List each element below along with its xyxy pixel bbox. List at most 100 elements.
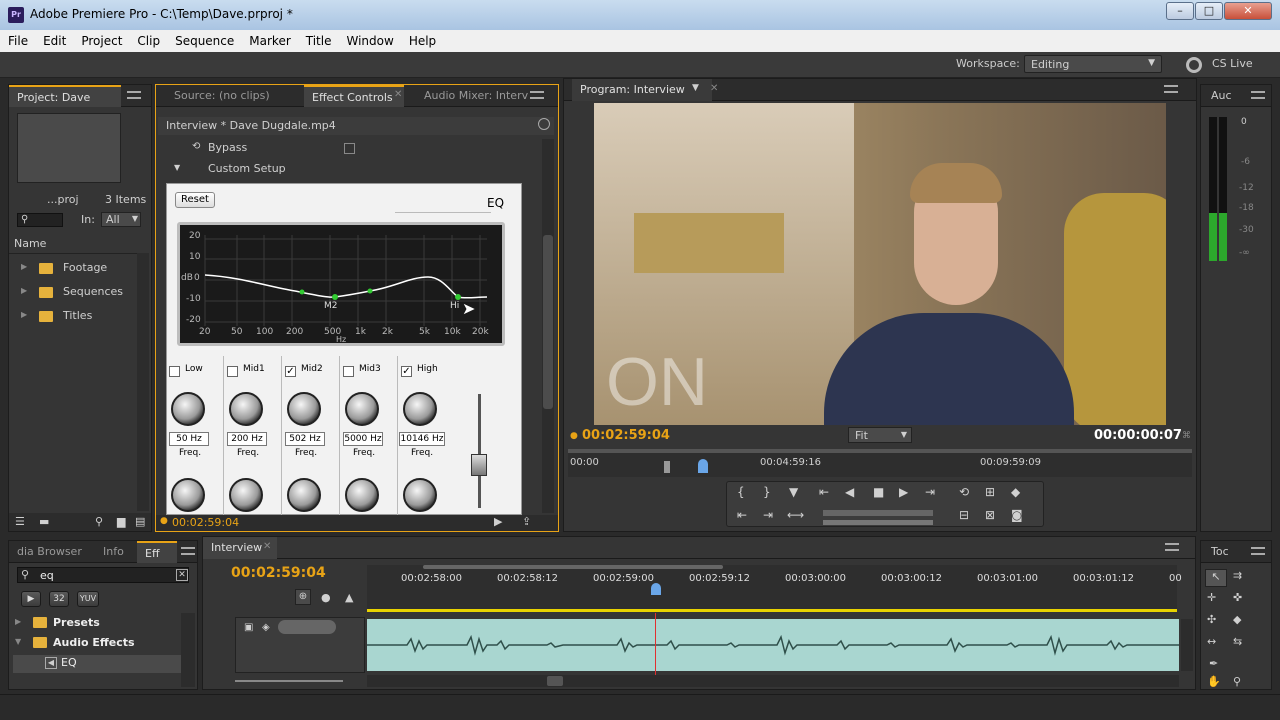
- tab-audio-mixer[interactable]: Audio Mixer: Interv: [416, 85, 528, 107]
- tab-project[interactable]: Project: Dave: [9, 85, 121, 107]
- track-select-tool-icon[interactable]: ⇉: [1233, 569, 1242, 582]
- tab-program[interactable]: Program: Interview: [572, 79, 712, 101]
- safe-margins-icon[interactable]: ⊞: [985, 485, 995, 499]
- in-dropdown[interactable]: All ▼: [101, 212, 141, 227]
- audio-clip[interactable]: [367, 619, 1179, 671]
- output-slider-handle[interactable]: [471, 454, 487, 476]
- project-scrollbar[interactable]: [137, 253, 149, 511]
- tab-info[interactable]: Info: [95, 541, 131, 563]
- effects-scrollbar[interactable]: [181, 613, 195, 687]
- lift-icon[interactable]: ⊟: [959, 508, 969, 522]
- q-knob[interactable]: [229, 478, 263, 512]
- tab-effect-controls[interactable]: Effect Controls: [304, 85, 404, 107]
- go-to-out-icon[interactable]: ⇥: [925, 485, 935, 499]
- marker-icon[interactable]: ●: [321, 591, 331, 604]
- work-area-bar[interactable]: [367, 609, 1177, 612]
- menu-window[interactable]: Window: [346, 34, 393, 48]
- export-frame-icon[interactable]: ◙: [1011, 508, 1023, 522]
- tab-tools[interactable]: Toc: [1203, 541, 1237, 563]
- go-to-next-edit-icon[interactable]: ⇥: [763, 508, 773, 522]
- icon-view-icon[interactable]: ▬: [39, 515, 49, 528]
- track-volume-control[interactable]: [278, 620, 336, 634]
- add-marker-icon[interactable]: ▼: [789, 485, 798, 499]
- panel-menu-icon[interactable]: [1164, 85, 1178, 93]
- effects-item-presets[interactable]: ▶ Presets: [13, 615, 181, 633]
- effect-controls-timecode[interactable]: 00:02:59:04: [172, 516, 239, 529]
- go-to-in-icon[interactable]: ⇤: [819, 485, 829, 499]
- band-checkbox-low[interactable]: [169, 366, 180, 377]
- jog-control[interactable]: [823, 520, 933, 525]
- close-tab-icon[interactable]: ✕: [263, 541, 271, 552]
- program-timecode-current[interactable]: 00:02:59:04: [582, 428, 670, 443]
- tab-source[interactable]: Source: (no clips): [166, 85, 296, 107]
- output-slider-track[interactable]: [478, 394, 481, 508]
- program-time-ruler[interactable]: 00:00 00:04:59:16 00:09:59:09: [568, 449, 1192, 477]
- slide-tool-icon[interactable]: ⇆: [1233, 635, 1242, 648]
- menu-sequence[interactable]: Sequence: [175, 34, 234, 48]
- zoom-slider-track[interactable]: [235, 680, 343, 682]
- rolling-edit-tool-icon[interactable]: ✜: [1233, 591, 1242, 604]
- menu-clip[interactable]: Clip: [137, 34, 160, 48]
- slip-tool-icon[interactable]: ↔: [1207, 635, 1216, 648]
- timeline-timecode[interactable]: 00:02:59:04: [231, 565, 326, 581]
- menu-file[interactable]: File: [8, 34, 28, 48]
- panel-menu-icon[interactable]: [1251, 547, 1265, 555]
- track-lock-icon[interactable]: ◈: [262, 622, 270, 633]
- playhead[interactable]: [651, 583, 661, 595]
- clear-search-icon[interactable]: ✕: [176, 569, 188, 581]
- gain-knob[interactable]: [403, 392, 437, 426]
- project-folder-titles[interactable]: ▶ Titles: [21, 308, 133, 326]
- shuttle-slider[interactable]: [823, 510, 933, 516]
- output-icon[interactable]: ◆: [1011, 485, 1020, 499]
- cs-live-label[interactable]: CS Live: [1212, 57, 1253, 70]
- panel-menu-icon[interactable]: [127, 91, 141, 99]
- timeline-horizontal-scrollbar[interactable]: [367, 675, 1179, 687]
- menu-title[interactable]: Title: [306, 34, 332, 48]
- stop-icon[interactable]: ■: [873, 485, 884, 499]
- close-tab-icon[interactable]: ✕: [710, 83, 718, 94]
- band-checkbox-high[interactable]: ✓: [401, 366, 412, 377]
- maximize-button[interactable]: □: [1195, 2, 1223, 20]
- in-out-marker[interactable]: [664, 461, 670, 473]
- menu-project[interactable]: Project: [81, 34, 122, 48]
- name-column-header[interactable]: Name: [14, 237, 46, 250]
- play-in-to-out-icon[interactable]: ⟷: [787, 508, 804, 522]
- eq-point[interactable]: [299, 289, 305, 295]
- band-checkbox-mid3[interactable]: [343, 366, 354, 377]
- band-checkbox-mid1[interactable]: [227, 366, 238, 377]
- close-button[interactable]: ✕: [1224, 2, 1272, 20]
- razor-tool-icon[interactable]: ◆: [1233, 613, 1241, 626]
- chevron-down-icon[interactable]: ▼: [692, 83, 699, 93]
- eq-point-m2[interactable]: [332, 294, 338, 300]
- project-folder-sequences[interactable]: ▶ Sequences: [21, 284, 133, 302]
- eq-curve-svg[interactable]: [180, 225, 502, 343]
- menu-help[interactable]: Help: [409, 34, 436, 48]
- effects-item-eq[interactable]: ◀ EQ: [13, 655, 181, 673]
- timeline-vertical-scrollbar[interactable]: [1181, 619, 1193, 671]
- yuv-effects-button[interactable]: YUV: [77, 591, 99, 607]
- project-search-input[interactable]: ⚲: [17, 213, 63, 227]
- q-knob[interactable]: [171, 478, 205, 512]
- lock-icon[interactable]: ▲: [345, 591, 353, 604]
- find-icon[interactable]: ⚲: [95, 515, 103, 528]
- fit-dropdown[interactable]: Fit ▼: [848, 427, 912, 443]
- effect-controls-scrollbar[interactable]: [542, 139, 554, 513]
- eq-point[interactable]: [367, 288, 373, 294]
- freq-field[interactable]: 10146 Hz: [399, 432, 445, 446]
- freq-field[interactable]: 200 Hz: [227, 432, 267, 446]
- list-view-icon[interactable]: ☰: [15, 515, 25, 528]
- reset-button[interactable]: Reset: [175, 192, 215, 208]
- play-audio-icon[interactable]: ▶: [494, 515, 502, 528]
- gain-knob[interactable]: [229, 392, 263, 426]
- zoom-tool-icon[interactable]: ⚲: [1233, 675, 1241, 688]
- mark-out-icon[interactable]: }: [763, 485, 771, 499]
- new-bin-icon[interactable]: ▆: [117, 515, 125, 528]
- bypass-checkbox[interactable]: [344, 143, 355, 154]
- gain-knob[interactable]: [345, 392, 379, 426]
- gain-knob[interactable]: [171, 392, 205, 426]
- minimize-button[interactable]: –: [1166, 2, 1194, 20]
- zoom-bar[interactable]: [423, 565, 723, 569]
- 32bit-effects-button[interactable]: 32: [49, 591, 69, 607]
- pen-tool-icon[interactable]: ✒: [1209, 657, 1218, 670]
- selection-tool-icon[interactable]: ↖: [1205, 569, 1227, 587]
